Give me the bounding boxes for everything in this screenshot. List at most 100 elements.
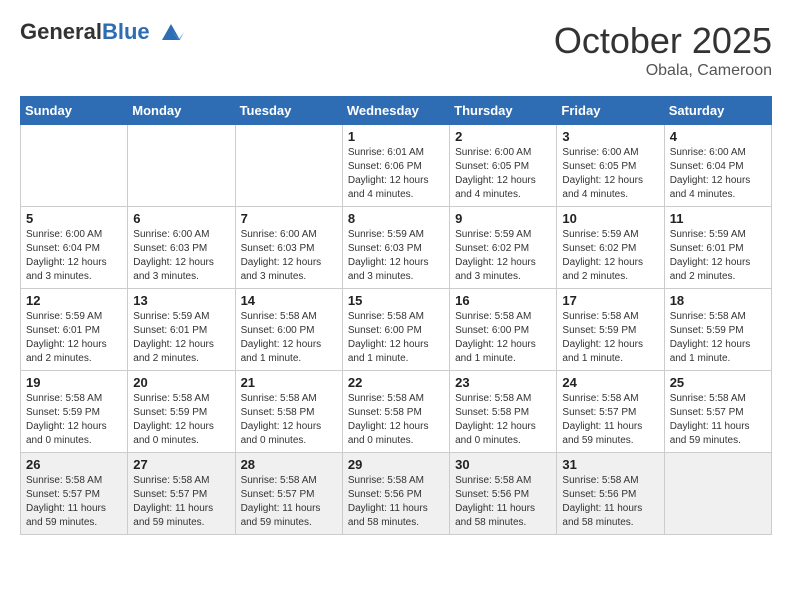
day-info: Sunrise: 5:58 AM Sunset: 5:56 PM Dayligh… [348, 474, 444, 530]
day-number: 30 [455, 457, 551, 472]
calendar-cell: 29 Sunrise: 5:58 AM Sunset: 5:56 PM Dayli… [342, 453, 449, 535]
day-info: Sunrise: 5:59 AM Sunset: 6:01 PM Dayligh… [133, 310, 229, 366]
day-number: 1 [348, 129, 444, 144]
day-number: 29 [348, 457, 444, 472]
day-number: 24 [562, 375, 658, 390]
day-number: 16 [455, 293, 551, 308]
logo-icon [158, 22, 184, 44]
day-info: Sunrise: 5:58 AM Sunset: 5:57 PM Dayligh… [26, 474, 122, 530]
calendar-cell [21, 125, 128, 207]
location: Obala, Cameroon [554, 62, 772, 80]
weekday-header: Wednesday [342, 97, 449, 125]
day-info: Sunrise: 5:58 AM Sunset: 5:57 PM Dayligh… [562, 392, 658, 448]
calendar-cell: 30 Sunrise: 5:58 AM Sunset: 5:56 PM Dayli… [450, 453, 557, 535]
day-info: Sunrise: 5:58 AM Sunset: 5:57 PM Dayligh… [670, 392, 766, 448]
calendar-cell: 11Sunrise: 5:59 AM Sunset: 6:01 PM Dayli… [664, 207, 771, 289]
calendar-cell: 1 Sunrise: 6:01 AM Sunset: 6:06 PM Daylig… [342, 125, 449, 207]
calendar-cell: 19 Sunrise: 5:58 AM Sunset: 5:59 PM Dayli… [21, 371, 128, 453]
calendar-cell: 27 Sunrise: 5:58 AM Sunset: 5:57 PM Dayli… [128, 453, 235, 535]
day-info: Sunrise: 5:58 AM Sunset: 5:56 PM Dayligh… [562, 474, 658, 530]
day-info: Sunrise: 6:00 AM Sunset: 6:04 PM Dayligh… [26, 228, 122, 284]
day-info: Sunrise: 5:58 AM Sunset: 5:57 PM Dayligh… [133, 474, 229, 530]
day-info: Sunrise: 5:58 AM Sunset: 6:00 PM Dayligh… [455, 310, 551, 366]
calendar-cell: 17Sunrise: 5:58 AM Sunset: 5:59 PM Dayli… [557, 289, 664, 371]
calendar-table: SundayMondayTuesdayWednesdayThursdayFrid… [20, 96, 772, 535]
day-number: 19 [26, 375, 122, 390]
calendar-cell: 31 Sunrise: 5:58 AM Sunset: 5:56 PM Dayli… [557, 453, 664, 535]
day-number: 31 [562, 457, 658, 472]
day-info: Sunrise: 5:58 AM Sunset: 5:59 PM Dayligh… [133, 392, 229, 448]
day-number: 26 [26, 457, 122, 472]
calendar-cell: 23Sunrise: 5:58 AM Sunset: 5:58 PM Dayli… [450, 371, 557, 453]
calendar-cell [128, 125, 235, 207]
day-number: 25 [670, 375, 766, 390]
calendar-week-row: 12Sunrise: 5:59 AM Sunset: 6:01 PM Dayli… [21, 289, 772, 371]
logo-general: General [20, 19, 102, 44]
calendar-cell: 15 Sunrise: 5:58 AM Sunset: 6:00 PM Dayli… [342, 289, 449, 371]
calendar-cell: 3 Sunrise: 6:00 AM Sunset: 6:05 PM Daylig… [557, 125, 664, 207]
day-info: Sunrise: 5:59 AM Sunset: 6:02 PM Dayligh… [455, 228, 551, 284]
day-info: Sunrise: 5:58 AM Sunset: 5:59 PM Dayligh… [670, 310, 766, 366]
day-info: Sunrise: 6:00 AM Sunset: 6:03 PM Dayligh… [133, 228, 229, 284]
weekday-header: Saturday [664, 97, 771, 125]
day-info: Sunrise: 5:58 AM Sunset: 6:00 PM Dayligh… [241, 310, 337, 366]
calendar-week-row: 5 Sunrise: 6:00 AM Sunset: 6:04 PM Daylig… [21, 207, 772, 289]
day-number: 17 [562, 293, 658, 308]
calendar-cell: 26 Sunrise: 5:58 AM Sunset: 5:57 PM Dayli… [21, 453, 128, 535]
calendar-cell [235, 125, 342, 207]
day-info: Sunrise: 6:00 AM Sunset: 6:05 PM Dayligh… [562, 146, 658, 202]
weekday-header: Tuesday [235, 97, 342, 125]
calendar-week-row: 19 Sunrise: 5:58 AM Sunset: 5:59 PM Dayli… [21, 371, 772, 453]
day-info: Sunrise: 5:58 AM Sunset: 6:00 PM Dayligh… [348, 310, 444, 366]
day-number: 7 [241, 211, 337, 226]
calendar-cell: 6 Sunrise: 6:00 AM Sunset: 6:03 PM Daylig… [128, 207, 235, 289]
day-number: 8 [348, 211, 444, 226]
day-info: Sunrise: 5:58 AM Sunset: 5:56 PM Dayligh… [455, 474, 551, 530]
weekday-header: Thursday [450, 97, 557, 125]
calendar-cell: 13 Sunrise: 5:59 AM Sunset: 6:01 PM Dayli… [128, 289, 235, 371]
day-number: 18 [670, 293, 766, 308]
day-info: Sunrise: 5:58 AM Sunset: 5:58 PM Dayligh… [241, 392, 337, 448]
calendar-cell: 14 Sunrise: 5:58 AM Sunset: 6:00 PM Dayli… [235, 289, 342, 371]
calendar-cell: 5 Sunrise: 6:00 AM Sunset: 6:04 PM Daylig… [21, 207, 128, 289]
day-info: Sunrise: 5:59 AM Sunset: 6:01 PM Dayligh… [670, 228, 766, 284]
calendar-cell: 22Sunrise: 5:58 AM Sunset: 5:58 PM Dayli… [342, 371, 449, 453]
day-number: 13 [133, 293, 229, 308]
page-header: GeneralBlue October 2025 Obala, Cameroon [20, 20, 772, 80]
day-number: 20 [133, 375, 229, 390]
day-info: Sunrise: 5:58 AM Sunset: 5:59 PM Dayligh… [26, 392, 122, 448]
calendar-cell: 8Sunrise: 5:59 AM Sunset: 6:03 PM Daylig… [342, 207, 449, 289]
weekday-header: Friday [557, 97, 664, 125]
day-info: Sunrise: 6:00 AM Sunset: 6:03 PM Dayligh… [241, 228, 337, 284]
day-number: 9 [455, 211, 551, 226]
calendar-week-row: 26 Sunrise: 5:58 AM Sunset: 5:57 PM Dayli… [21, 453, 772, 535]
logo: GeneralBlue [20, 20, 184, 44]
calendar-cell: 28 Sunrise: 5:58 AM Sunset: 5:57 PM Dayli… [235, 453, 342, 535]
calendar-cell: 7 Sunrise: 6:00 AM Sunset: 6:03 PM Daylig… [235, 207, 342, 289]
title-block: October 2025 Obala, Cameroon [554, 20, 772, 80]
day-number: 6 [133, 211, 229, 226]
calendar-cell: 21 Sunrise: 5:58 AM Sunset: 5:58 PM Dayli… [235, 371, 342, 453]
day-number: 28 [241, 457, 337, 472]
weekday-header: Sunday [21, 97, 128, 125]
day-number: 10 [562, 211, 658, 226]
calendar-cell: 16 Sunrise: 5:58 AM Sunset: 6:00 PM Dayli… [450, 289, 557, 371]
day-number: 5 [26, 211, 122, 226]
day-number: 21 [241, 375, 337, 390]
calendar-cell: 4Sunrise: 6:00 AM Sunset: 6:04 PM Daylig… [664, 125, 771, 207]
calendar-cell [664, 453, 771, 535]
day-info: Sunrise: 6:01 AM Sunset: 6:06 PM Dayligh… [348, 146, 444, 202]
day-number: 2 [455, 129, 551, 144]
calendar-cell: 25 Sunrise: 5:58 AM Sunset: 5:57 PM Dayli… [664, 371, 771, 453]
day-number: 3 [562, 129, 658, 144]
calendar-cell: 9 Sunrise: 5:59 AM Sunset: 6:02 PM Daylig… [450, 207, 557, 289]
day-number: 27 [133, 457, 229, 472]
day-number: 14 [241, 293, 337, 308]
day-number: 15 [348, 293, 444, 308]
day-info: Sunrise: 5:59 AM Sunset: 6:02 PM Dayligh… [562, 228, 658, 284]
day-number: 4 [670, 129, 766, 144]
logo-blue: Blue [102, 19, 150, 44]
day-info: Sunrise: 5:58 AM Sunset: 5:57 PM Dayligh… [241, 474, 337, 530]
calendar-cell: 12Sunrise: 5:59 AM Sunset: 6:01 PM Dayli… [21, 289, 128, 371]
calendar-cell: 24 Sunrise: 5:58 AM Sunset: 5:57 PM Dayli… [557, 371, 664, 453]
